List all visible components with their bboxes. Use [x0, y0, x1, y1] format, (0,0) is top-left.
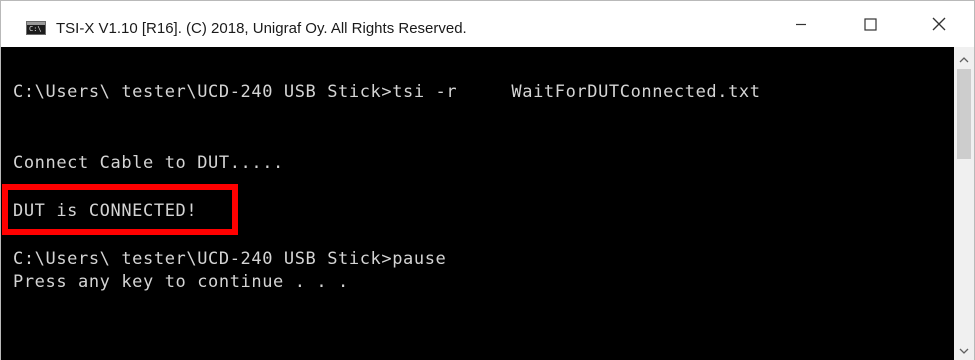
- minimize-icon: [796, 23, 806, 26]
- console-window: C:\ TSI-X V1.10 [R16]. (C) 2018, Unigraf…: [0, 0, 975, 360]
- console-line-press-any-key: Press any key to continue . . .: [13, 272, 349, 292]
- close-button[interactable]: [916, 1, 962, 47]
- scroll-up-button[interactable]: [954, 51, 974, 68]
- maximize-icon: [863, 17, 877, 31]
- chevron-down-icon: [959, 348, 969, 354]
- scrollbar-thumb[interactable]: [957, 69, 971, 159]
- chevron-up-icon: [959, 57, 969, 63]
- highlight-annotation-box: [2, 184, 238, 235]
- console-line-command-pause: C:\Users\ tester\UCD-240 USB Stick>pause: [13, 249, 447, 269]
- console-line-connect-cable: Connect Cable to DUT.....: [13, 153, 284, 173]
- scroll-down-button[interactable]: [954, 343, 974, 360]
- close-icon: [932, 17, 946, 31]
- console-app-icon[interactable]: C:\: [26, 21, 46, 35]
- window-title: TSI-X V1.10 [R16]. (C) 2018, Unigraf Oy.…: [56, 20, 467, 37]
- maximize-button[interactable]: [847, 1, 893, 47]
- minimize-button[interactable]: [778, 1, 824, 47]
- console-line-command-tsi: C:\Users\ tester\UCD-240 USB Stick>tsi -…: [13, 82, 761, 102]
- app-icon-glyph: C:\: [29, 25, 42, 33]
- vertical-scrollbar[interactable]: [954, 47, 974, 360]
- title-bar[interactable]: C:\ TSI-X V1.10 [R16]. (C) 2018, Unigraf…: [1, 1, 974, 47]
